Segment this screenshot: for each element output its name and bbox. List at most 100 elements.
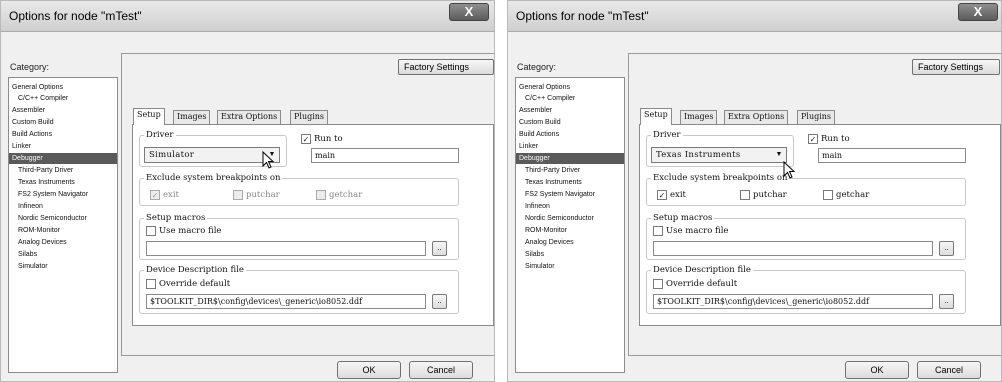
category-item-simulator[interactable]: Simulator	[9, 261, 117, 272]
tab-extra-options[interactable]: Extra Options	[217, 110, 282, 124]
driver-select[interactable]: Simulator ▼	[144, 147, 280, 163]
override-default-checkbox[interactable]: Override default	[653, 279, 737, 290]
category-item-texas-instruments[interactable]: Texas Instruments	[9, 177, 117, 188]
run-to-checkbox[interactable]: ✓ Run to	[808, 134, 850, 145]
category-item-infineon[interactable]: Infineon	[516, 201, 624, 212]
category-item-texas-instruments[interactable]: Texas Instruments	[516, 177, 624, 188]
breakpoints-group: Exclude system breakpoints on ✓ exit putc…	[139, 173, 459, 206]
use-macro-file-label: Use macro file	[666, 226, 729, 236]
getchar-label: getchar	[836, 190, 870, 200]
macro-file-input[interactable]	[146, 241, 426, 256]
category-list[interactable]: General Options C/C++ Compiler Assembler…	[515, 77, 625, 373]
title-bar: Options for node "mTest" X	[1, 1, 494, 32]
run-to-check-icon: ✓	[808, 134, 818, 144]
run-to-input[interactable]: main	[818, 148, 966, 163]
tab-extra-options[interactable]: Extra Options	[724, 110, 789, 124]
options-panel: Factory Settings Setup Images Extra Opti…	[628, 53, 1001, 356]
category-item-fs2-system-navigator[interactable]: FS2 System Navigator	[9, 189, 117, 200]
close-button[interactable]: X	[449, 3, 489, 21]
category-item-build-actions[interactable]: Build Actions	[516, 129, 624, 140]
getchar-checkbox[interactable]: getchar	[823, 190, 869, 201]
cancel-button[interactable]: Cancel	[917, 361, 981, 379]
category-item-silabs[interactable]: Silabs	[9, 249, 117, 260]
tab-images[interactable]: Images	[173, 110, 211, 124]
driver-label: Driver	[144, 130, 176, 140]
ddf-path-input[interactable]: $TOOLKIT_DIR$\config\devices\_generic\io…	[146, 294, 426, 309]
putchar-checkbox[interactable]: putchar	[740, 190, 787, 201]
tab-setup[interactable]: Setup	[133, 108, 165, 125]
run-to-label: Run to	[821, 134, 850, 144]
category-item-linker[interactable]: Linker	[9, 141, 117, 152]
override-check-icon	[146, 279, 156, 289]
driver-select-value: Texas Instruments	[656, 150, 741, 160]
category-item-third-party-driver[interactable]: Third-Party Driver	[516, 165, 624, 176]
putchar-label: putchar	[753, 190, 787, 200]
macro-file-input[interactable]	[653, 241, 933, 256]
putchar-check-icon	[233, 190, 243, 200]
category-item-build-actions[interactable]: Build Actions	[9, 129, 117, 140]
category-item-linker[interactable]: Linker	[516, 141, 624, 152]
category-item-assembler[interactable]: Assembler	[516, 105, 624, 116]
exit-label: exit	[163, 190, 179, 200]
exit-checkbox[interactable]: ✓ exit	[657, 190, 686, 201]
tab-setup[interactable]: Setup	[640, 108, 672, 125]
run-to-input[interactable]: main	[311, 148, 459, 163]
category-item-debugger[interactable]: Debugger	[9, 153, 117, 164]
macro-browse-button[interactable]: ..	[432, 241, 447, 256]
category-item-fs2-system-navigator[interactable]: FS2 System Navigator	[516, 189, 624, 200]
driver-select[interactable]: Texas Instruments ▼	[651, 147, 787, 163]
tab-images[interactable]: Images	[680, 110, 718, 124]
tab-plugins[interactable]: Plugins	[797, 110, 836, 124]
category-item-third-party-driver[interactable]: Third-Party Driver	[9, 165, 117, 176]
category-item-nordic-semiconductor[interactable]: Nordic Semiconductor	[9, 213, 117, 224]
category-item-general-options[interactable]: General Options	[9, 82, 117, 93]
factory-settings-button[interactable]: Factory Settings	[398, 59, 494, 75]
putchar-check-icon	[740, 190, 750, 200]
exit-label: exit	[670, 190, 686, 200]
title-bar: Options for node "mTest" X	[508, 1, 1001, 32]
ddf-browse-button[interactable]: ..	[432, 294, 447, 309]
override-default-checkbox[interactable]: Override default	[146, 279, 230, 290]
category-item-c-compiler[interactable]: C/C++ Compiler	[9, 93, 117, 104]
category-item-infineon[interactable]: Infineon	[9, 201, 117, 212]
ok-button[interactable]: OK	[337, 361, 401, 379]
cancel-button[interactable]: Cancel	[409, 361, 473, 379]
use-macro-file-checkbox[interactable]: Use macro file	[146, 226, 221, 237]
run-to-checkbox[interactable]: ✓ Run to	[301, 134, 343, 145]
category-item-custom-build[interactable]: Custom Build	[9, 117, 117, 128]
factory-settings-button[interactable]: Factory Settings	[912, 59, 1000, 75]
ddf-path-input[interactable]: $TOOLKIT_DIR$\config\devices\_generic\io…	[653, 294, 933, 309]
options-dialog-texas-instruments: Options for node "mTest" X Category: Gen…	[507, 0, 1002, 382]
ddf-group: Device Description file Override default…	[139, 265, 459, 314]
category-item-analog-devices[interactable]: Analog Devices	[516, 237, 624, 248]
tab-plugins[interactable]: Plugins	[290, 110, 329, 124]
category-item-custom-build[interactable]: Custom Build	[516, 117, 624, 128]
category-item-general-options[interactable]: General Options	[516, 82, 624, 93]
setup-macros-label: Setup macros	[651, 213, 715, 223]
exit-checkbox[interactable]: ✓ exit	[150, 190, 179, 201]
category-item-debugger[interactable]: Debugger	[516, 153, 624, 164]
category-item-simulator[interactable]: Simulator	[516, 261, 624, 272]
macro-browse-button[interactable]: ..	[939, 241, 954, 256]
category-item-silabs[interactable]: Silabs	[516, 249, 624, 260]
category-label: Category:	[10, 62, 50, 72]
breakpoints-label: Exclude system breakpoints on	[651, 173, 790, 183]
putchar-checkbox[interactable]: putchar	[233, 190, 280, 201]
ok-button[interactable]: OK	[845, 361, 909, 379]
category-item-nordic-semiconductor[interactable]: Nordic Semiconductor	[516, 213, 624, 224]
ddf-label: Device Description file	[651, 265, 753, 275]
category-item-analog-devices[interactable]: Analog Devices	[9, 237, 117, 248]
putchar-label: putchar	[246, 190, 280, 200]
use-macro-file-checkbox[interactable]: Use macro file	[653, 226, 728, 237]
close-button[interactable]: X	[958, 3, 998, 21]
category-item-rom-monitor[interactable]: ROM-Monitor	[9, 225, 117, 236]
use-macro-file-label: Use macro file	[159, 226, 222, 236]
category-item-assembler[interactable]: Assembler	[9, 105, 117, 116]
getchar-check-icon	[823, 190, 833, 200]
ddf-browse-button[interactable]: ..	[939, 294, 954, 309]
category-item-c-compiler[interactable]: C/C++ Compiler	[516, 93, 624, 104]
getchar-checkbox[interactable]: getchar	[316, 190, 362, 201]
category-item-rom-monitor[interactable]: ROM-Monitor	[516, 225, 624, 236]
category-list[interactable]: General Options C/C++ Compiler Assembler…	[8, 77, 118, 373]
ddf-group: Device Description file Override default…	[646, 265, 966, 314]
